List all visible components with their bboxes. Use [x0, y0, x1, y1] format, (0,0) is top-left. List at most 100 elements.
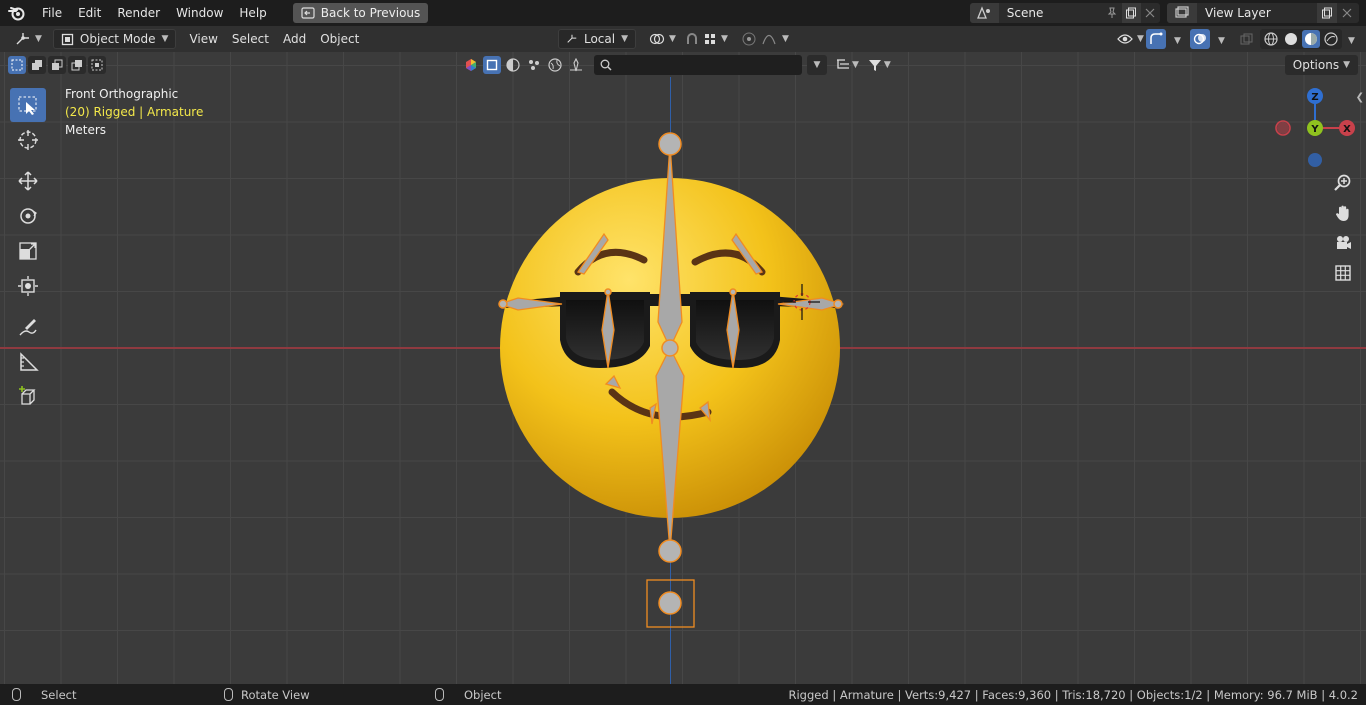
cursor-tool[interactable]: [10, 123, 46, 157]
transform-tool[interactable]: [10, 269, 46, 303]
select-new-button[interactable]: [8, 56, 26, 74]
measure-icon: [20, 352, 39, 371]
mesh-square-icon: [486, 59, 498, 71]
filter-mesh-button[interactable]: [483, 56, 501, 74]
pivot-point-selector[interactable]: ▼: [642, 29, 683, 49]
back-to-previous-label: Back to Previous: [320, 6, 421, 20]
eye-icon: [1117, 34, 1133, 44]
status-object-label: Object: [464, 687, 502, 702]
rotate-tool[interactable]: [10, 199, 46, 233]
new-view-layer-icon[interactable]: [1317, 3, 1337, 23]
xray-icon: [1240, 33, 1252, 44]
active-object-label: (20) Rigged | Armature: [65, 105, 204, 119]
delete-scene-icon[interactable]: [1141, 3, 1160, 23]
camera-view-button[interactable]: [1330, 230, 1356, 256]
sphere-icon: [506, 58, 520, 72]
select-extend-button[interactable]: [28, 56, 46, 74]
blender-logo-icon[interactable]: [0, 0, 34, 26]
visibility-selector[interactable]: ▼: [1110, 29, 1151, 49]
options-dropdown[interactable]: Options ▼: [1284, 55, 1358, 75]
add-cube-tool[interactable]: [10, 380, 46, 414]
material-preview-button[interactable]: [1302, 30, 1320, 48]
mouse-right-icon: [435, 688, 444, 701]
orthographic-toggle-button[interactable]: [1330, 260, 1356, 286]
pivot-icon: [649, 33, 665, 45]
selection-mode-group: [8, 56, 106, 74]
scale-icon: [19, 242, 37, 260]
zoom-view-button[interactable]: [1330, 170, 1356, 196]
back-to-previous-button[interactable]: Back to Previous: [292, 3, 429, 23]
menu-select[interactable]: Select: [225, 29, 276, 49]
outliner-search-field[interactable]: [594, 55, 802, 75]
display-mode-dropdown[interactable]: ▼: [836, 55, 859, 75]
xray-toggle[interactable]: [1237, 30, 1255, 48]
pan-view-button[interactable]: [1330, 200, 1356, 226]
scene-name[interactable]: Scene: [1007, 6, 1103, 20]
measure-tool[interactable]: [10, 345, 46, 379]
new-scene-icon[interactable]: [1121, 3, 1141, 23]
menu-view[interactable]: View: [182, 29, 224, 49]
armature-icon: [570, 58, 582, 72]
gizmo-toggle-button[interactable]: [1146, 29, 1166, 49]
object-mode-icon: [61, 33, 74, 45]
select-box-tool[interactable]: [10, 88, 46, 122]
menu-add[interactable]: Add: [276, 29, 313, 49]
navigation-gizmo[interactable]: Z X Y: [1272, 86, 1360, 170]
overlays-toggle-button[interactable]: [1190, 29, 1210, 49]
status-select-label: Select: [41, 687, 77, 702]
select-subtract-icon: [52, 59, 63, 70]
scale-tool[interactable]: [10, 234, 46, 268]
menu-help[interactable]: Help: [231, 2, 274, 24]
annotate-tool[interactable]: [10, 310, 46, 344]
orientation-icon: [567, 34, 577, 43]
status-bar: Select Rotate View Object Rigged | Armat…: [0, 684, 1366, 705]
mode-selector[interactable]: Object Mode ▼: [52, 29, 177, 49]
3d-viewport-icon: [16, 33, 29, 45]
pin-icon[interactable]: [1103, 3, 1122, 23]
menu-window[interactable]: Window: [168, 2, 231, 24]
select-subtract-button[interactable]: [48, 56, 66, 74]
select-invert-button[interactable]: [68, 56, 86, 74]
mouse-left-icon: [12, 688, 21, 701]
move-tool[interactable]: [10, 164, 46, 198]
world-icon: [548, 58, 562, 72]
select-intersect-button[interactable]: [88, 56, 106, 74]
scene-icon[interactable]: [970, 3, 999, 23]
gizmo-x-label: X: [1343, 124, 1351, 135]
scene-statistics: Rigged | Armature | Verts:9,427 | Faces:…: [788, 687, 1359, 702]
snap-toggle[interactable]: ▼: [678, 29, 735, 49]
wireframe-shading-button[interactable]: [1262, 30, 1280, 48]
proportional-editing-toggle[interactable]: ▼: [735, 29, 796, 49]
view-layer-icon[interactable]: [1167, 3, 1197, 23]
grid-icon: [1335, 265, 1351, 281]
shading-dropdown[interactable]: ▼: [1340, 29, 1359, 49]
delete-view-layer-icon[interactable]: [1337, 3, 1357, 23]
menu-render[interactable]: Render: [109, 2, 168, 24]
outliner-tree-icon: [837, 59, 849, 69]
material-preview-icon: [1305, 33, 1317, 45]
transform-orientation-selector[interactable]: Local ▼: [558, 29, 636, 49]
overlays-dropdown[interactable]: ▼: [1210, 29, 1229, 49]
filter-armature-button[interactable]: [567, 56, 585, 74]
move-icon: [18, 171, 38, 191]
filter-particles-button[interactable]: [525, 56, 543, 74]
menu-edit[interactable]: Edit: [70, 2, 109, 24]
menu-file[interactable]: File: [34, 2, 70, 24]
viewport-header: ▼ Object Mode ▼ View Select Add Object L…: [0, 26, 1366, 52]
rendered-shading-button[interactable]: [1322, 30, 1340, 48]
scene-selector[interactable]: Scene: [970, 3, 1160, 23]
gizmo-dropdown[interactable]: ▼: [1166, 29, 1185, 49]
editor-type-button[interactable]: ▼: [8, 29, 49, 49]
3d-viewport[interactable]: Front Orthographic (20) Rigged | Armatur…: [0, 52, 1366, 684]
filter-toggle-dropdown[interactable]: ▼: [807, 55, 827, 75]
view-layer-selector[interactable]: View Layer: [1167, 3, 1359, 23]
view-layer-name[interactable]: View Layer: [1205, 6, 1317, 20]
filter-funnel-dropdown[interactable]: ▼: [868, 55, 891, 75]
solid-shading-button[interactable]: [1282, 30, 1300, 48]
menu-object[interactable]: Object: [313, 29, 366, 49]
overlays-icon: [1193, 33, 1206, 45]
select-box-icon: [18, 96, 37, 115]
filter-all-button[interactable]: [462, 56, 480, 74]
filter-world-button[interactable]: [546, 56, 564, 74]
filter-material-button[interactable]: [504, 56, 522, 74]
